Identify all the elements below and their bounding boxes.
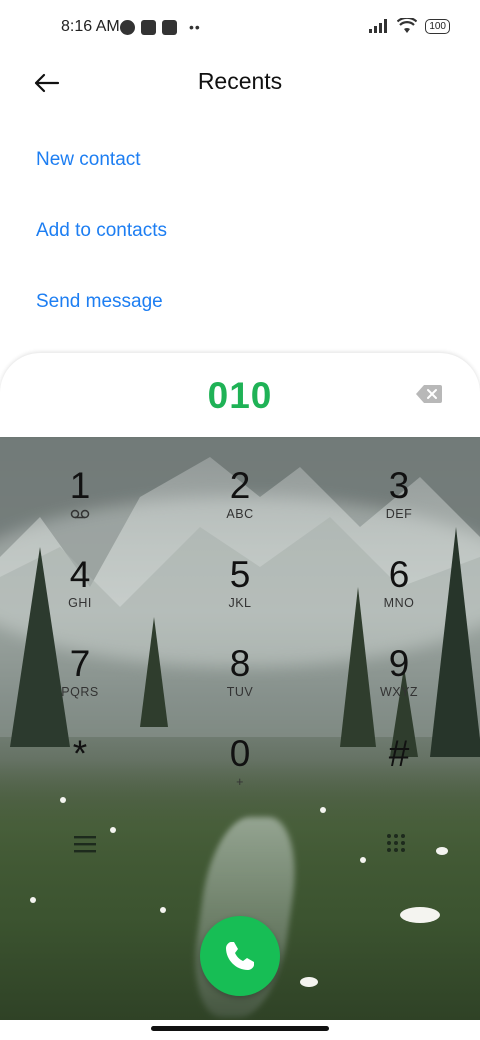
- key-digit: 9: [388, 643, 410, 684]
- flower: [30, 897, 36, 903]
- key-5[interactable]: 5 JKL: [190, 555, 290, 635]
- key-letters: GHI: [68, 596, 92, 610]
- key-letters: PQRS: [61, 685, 99, 699]
- key-digit: 3: [388, 465, 410, 506]
- key-7[interactable]: 7 PQRS: [30, 644, 130, 724]
- flower: [300, 977, 318, 987]
- key-1[interactable]: 1: [30, 466, 130, 546]
- dialed-number: 010: [207, 375, 273, 416]
- phone-icon: [226, 942, 254, 970]
- key-letters: MNO: [383, 596, 415, 610]
- tree: [140, 617, 168, 727]
- key-digit: 5: [229, 554, 251, 595]
- key-3[interactable]: 3 DEF: [349, 466, 449, 546]
- key-digit: #: [388, 733, 410, 774]
- home-indicator[interactable]: [151, 1026, 329, 1031]
- key-letters: JKL: [228, 596, 252, 610]
- status-bar: 8:16 AM •• 100: [0, 0, 480, 56]
- dialpad-icon[interactable]: [386, 833, 406, 853]
- notification-icons: ••: [120, 19, 201, 35]
- key-digit: *: [72, 733, 88, 774]
- key-digit: 1: [69, 465, 91, 506]
- flower: [160, 907, 166, 913]
- new-contact-button[interactable]: New contact: [36, 149, 141, 171]
- send-message-button[interactable]: Send message: [36, 291, 163, 313]
- key-9[interactable]: 9 WXYZ: [349, 644, 449, 724]
- key-letters: +: [236, 775, 244, 789]
- status-time: 8:16 AM: [61, 18, 120, 35]
- signal-icon: [369, 19, 388, 33]
- key-letters: TUV: [226, 685, 254, 699]
- key-digit: 2: [229, 465, 251, 506]
- more-dots-icon: ••: [189, 19, 201, 35]
- voicemail-icon: [70, 509, 90, 519]
- add-to-contacts-button[interactable]: Add to contacts: [36, 220, 167, 242]
- flower: [400, 907, 440, 923]
- key-digit: 0: [229, 733, 251, 774]
- key-letters: DEF: [385, 507, 413, 521]
- system-icons: 100: [369, 18, 450, 34]
- key-letters: ABC: [226, 507, 254, 521]
- backspace-icon[interactable]: [416, 385, 442, 403]
- menu-icon[interactable]: [74, 835, 96, 853]
- key-digit: 4: [69, 554, 91, 595]
- key-8[interactable]: 8 TUV: [190, 644, 290, 724]
- app-icon: [141, 19, 156, 35]
- flower: [360, 857, 366, 863]
- key-hash[interactable]: #: [349, 734, 449, 814]
- header: Recents: [0, 56, 480, 112]
- flower: [320, 807, 326, 813]
- page-title: Recents: [197, 68, 283, 94]
- key-digit: 6: [388, 554, 410, 595]
- flower: [436, 847, 448, 855]
- key-6[interactable]: 6 MNO: [349, 555, 449, 635]
- call-button[interactable]: [200, 916, 280, 996]
- key-0[interactable]: 0 +: [190, 734, 290, 814]
- notification-icon: [120, 19, 135, 35]
- battery-icon: 100: [425, 18, 450, 34]
- key-digit: 8: [229, 643, 251, 684]
- key-2[interactable]: 2 ABC: [190, 466, 290, 546]
- dial-display: 010: [0, 353, 480, 437]
- flower: [110, 827, 116, 833]
- key-letters: WXYZ: [379, 685, 419, 699]
- key-4[interactable]: 4 GHI: [30, 555, 130, 635]
- upload-icon: [162, 19, 177, 35]
- key-star[interactable]: *: [30, 734, 130, 814]
- key-digit: 7: [69, 643, 91, 684]
- wifi-icon: [397, 18, 418, 33]
